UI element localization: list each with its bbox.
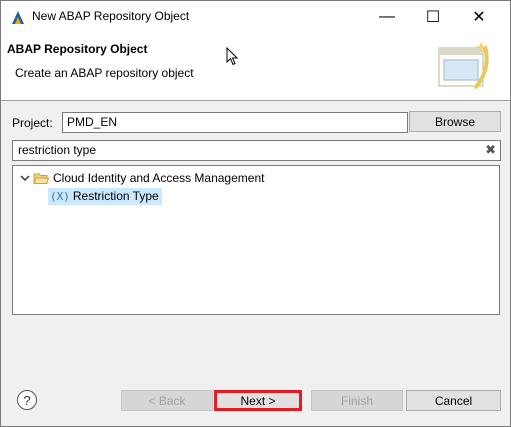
minimize-button[interactable]: — xyxy=(364,1,410,32)
tree-item-cloud-identity[interactable]: Cloud Identity and Access Management xyxy=(19,169,264,187)
tree-item-label: Restriction Type xyxy=(72,189,159,203)
wizard-banner-icon xyxy=(438,42,489,90)
tree-item-label: Cloud Identity and Access Management xyxy=(53,171,265,185)
project-label: Project: xyxy=(12,116,53,130)
browse-button[interactable]: Browse xyxy=(409,111,501,132)
project-input[interactable]: PMD_EN xyxy=(62,112,408,133)
finish-button[interactable]: Finish xyxy=(311,390,403,411)
dialog-window: New ABAP Repository Object — ☐ ✕ ABAP Re… xyxy=(0,0,511,427)
mouse-cursor-icon xyxy=(226,47,238,66)
tree-item-restriction-type[interactable]: (X) Restriction Type xyxy=(48,187,162,205)
next-button[interactable]: Next > xyxy=(214,390,302,411)
selection-highlight: (X) Restriction Type xyxy=(48,187,162,205)
title-bar: New ABAP Repository Object — ☐ ✕ xyxy=(1,1,510,32)
close-button[interactable]: ✕ xyxy=(456,1,502,32)
wizard-header: ABAP Repository Object Create an ABAP re… xyxy=(1,32,510,101)
window-title: New ABAP Repository Object xyxy=(32,9,190,23)
search-input-value: restriction type xyxy=(18,143,97,157)
back-button[interactable]: < Back xyxy=(121,390,213,411)
page-title: ABAP Repository Object xyxy=(7,42,148,56)
folder-open-icon xyxy=(33,173,49,184)
maximize-button[interactable]: ☐ xyxy=(410,1,456,32)
search-input[interactable]: restriction type ✖ xyxy=(12,140,501,161)
help-icon[interactable]: ? xyxy=(17,390,37,410)
abap-app-icon xyxy=(12,11,24,24)
restriction-type-icon: (X) xyxy=(50,189,70,203)
object-type-tree[interactable]: Cloud Identity and Access Management (X)… xyxy=(12,165,500,315)
chevron-down-icon[interactable] xyxy=(19,173,31,183)
page-description: Create an ABAP repository object xyxy=(15,66,194,80)
clear-icon[interactable]: ✖ xyxy=(485,142,496,158)
cancel-button[interactable]: Cancel xyxy=(406,390,501,411)
